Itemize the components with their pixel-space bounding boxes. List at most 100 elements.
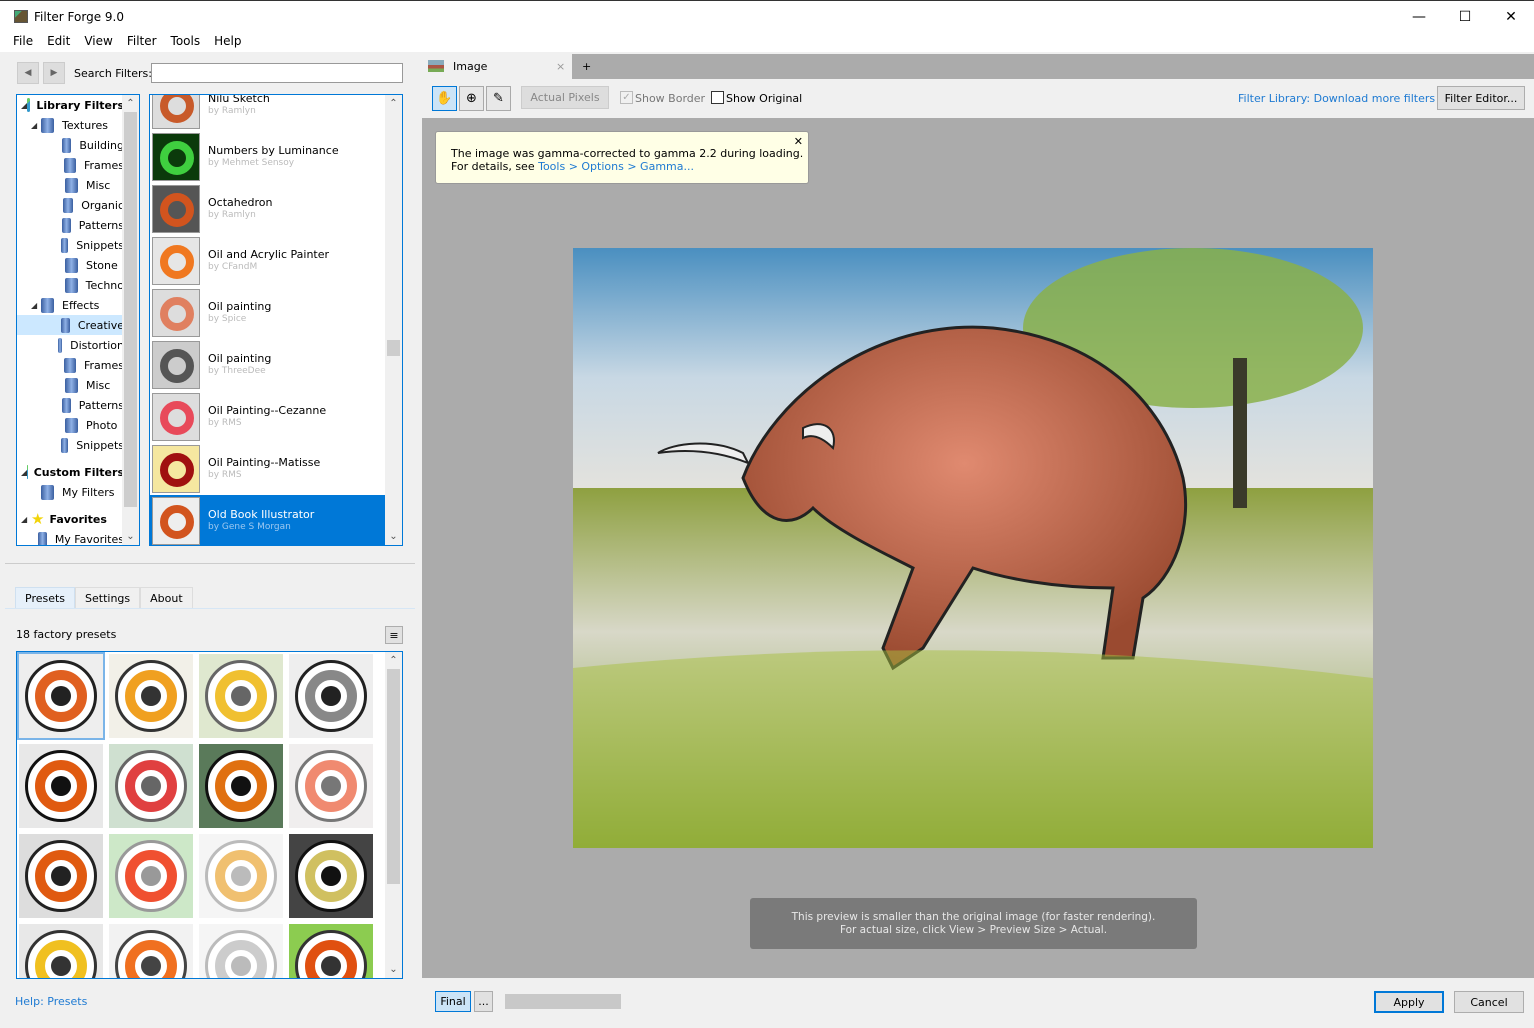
- menu-view[interactable]: View: [77, 32, 119, 52]
- preset-thumbnail[interactable]: [199, 924, 283, 978]
- presets-menu-button[interactable]: ≡: [385, 626, 403, 644]
- preset-thumbnail[interactable]: [289, 744, 373, 828]
- tree-item[interactable]: My Favorites: [17, 529, 124, 545]
- apply-button[interactable]: Apply: [1374, 991, 1444, 1013]
- preset-thumbnail[interactable]: [19, 924, 103, 978]
- filter-list-item[interactable]: Octahedron by Ramlyn: [150, 183, 386, 235]
- maximize-button[interactable]: ☐: [1442, 1, 1488, 33]
- tree-item[interactable]: Frames: [17, 155, 124, 175]
- filter-list-item[interactable]: Oil painting by Spice: [150, 287, 386, 339]
- zoom-tool-icon[interactable]: ⊕: [459, 86, 484, 111]
- folder-icon: [60, 437, 69, 453]
- cancel-button[interactable]: Cancel: [1454, 991, 1524, 1013]
- tree-item[interactable]: Patterns: [17, 215, 124, 235]
- tree-item[interactable]: Techno: [17, 275, 124, 295]
- tree-item[interactable]: ◢ Textures: [17, 115, 124, 135]
- folder-icon: [64, 157, 76, 173]
- tree-item[interactable]: Organic: [17, 195, 124, 215]
- preset-thumbnail[interactable]: [199, 654, 283, 738]
- show-border-checkbox[interactable]: ✓: [620, 91, 633, 104]
- close-tab-icon[interactable]: ×: [556, 60, 565, 73]
- hand-tool-icon[interactable]: ✋: [432, 86, 457, 111]
- back-button[interactable]: ◀: [17, 62, 39, 84]
- expand-icon[interactable]: ◢: [31, 301, 41, 310]
- tree-item[interactable]: Misc: [17, 175, 124, 195]
- actual-pixels-button[interactable]: Actual Pixels: [521, 86, 609, 109]
- preset-thumbnail[interactable]: [199, 834, 283, 918]
- preset-thumbnail[interactable]: [289, 834, 373, 918]
- preset-thumbnail[interactable]: [109, 834, 193, 918]
- tab-presets[interactable]: Presets: [15, 587, 76, 609]
- tab-about[interactable]: About: [140, 587, 193, 609]
- add-tab-button[interactable]: +: [582, 60, 591, 73]
- filter-author: by RMS: [208, 470, 242, 480]
- menu-help[interactable]: Help: [207, 32, 248, 52]
- help-presets-link[interactable]: Help: Presets: [15, 995, 87, 1008]
- expand-icon[interactable]: ◢: [21, 515, 31, 524]
- filter-thumbnail: [152, 393, 200, 441]
- preset-thumbnail[interactable]: [109, 654, 193, 738]
- preset-thumbnail[interactable]: [19, 744, 103, 828]
- preset-thumbnail[interactable]: [17, 652, 105, 740]
- image-thumbnail-icon: [428, 60, 444, 72]
- tree-item[interactable]: Creative: [17, 315, 124, 335]
- eyedropper-tool-icon[interactable]: ✎: [486, 86, 511, 111]
- tree-item[interactable]: Patterns: [17, 395, 124, 415]
- tree-scrollbar[interactable]: ⌃ ⌄: [122, 95, 139, 545]
- preset-thumbnail[interactable]: [109, 744, 193, 828]
- tree-item[interactable]: ◢ Effects: [17, 295, 124, 315]
- filter-library-link[interactable]: Filter Library: Download more filters: [1238, 92, 1435, 105]
- preset-thumbnail[interactable]: [109, 924, 193, 978]
- filter-list-item[interactable]: Old Book Illustrator by Gene S Morgan: [150, 495, 386, 545]
- filter-name: Oil painting: [208, 352, 272, 365]
- tree-item[interactable]: My Filters: [17, 482, 124, 502]
- tree-item[interactable]: ◢ Custom Filters: [17, 462, 124, 482]
- gamma-options-link[interactable]: Tools > Options > Gamma...: [538, 160, 694, 173]
- tree-item[interactable]: Snippets: [17, 435, 124, 455]
- filter-list-item[interactable]: Nilu Sketch by Ramlyn: [150, 95, 386, 131]
- splitter[interactable]: [5, 563, 415, 564]
- tree-item[interactable]: Building: [17, 135, 124, 155]
- tree-item[interactable]: Misc: [17, 375, 124, 395]
- final-button[interactable]: Final: [435, 991, 471, 1012]
- tab-settings[interactable]: Settings: [75, 587, 141, 609]
- filter-list-item[interactable]: Numbers by Luminance by Mehmet Sensoy: [150, 131, 386, 183]
- forward-button[interactable]: ▶: [43, 62, 65, 84]
- filter-list: Nilu Sketch by Ramlyn Numbers by Luminance…: [149, 94, 403, 546]
- menu-edit[interactable]: Edit: [40, 32, 77, 52]
- filter-list-item[interactable]: Oil Painting--Matisse by RMS: [150, 443, 386, 495]
- tab-image[interactable]: Image ×: [422, 54, 572, 79]
- show-original-checkbox[interactable]: [711, 91, 724, 104]
- filter-list-item[interactable]: Oil and Acrylic Painter by CFandM: [150, 235, 386, 287]
- preview-canvas[interactable]: The image was gamma-corrected to gamma 2…: [422, 118, 1534, 978]
- filter-list-item[interactable]: Oil painting by ThreeDee: [150, 339, 386, 391]
- minimize-button[interactable]: —: [1396, 1, 1442, 33]
- tree-item[interactable]: Distortion: [17, 335, 124, 355]
- menu-tools[interactable]: Tools: [164, 32, 208, 52]
- tree-item[interactable]: ◢ Library Filters: [17, 95, 124, 115]
- tree-item-label: Effects: [62, 298, 100, 312]
- tree-item[interactable]: Snippets: [17, 235, 124, 255]
- expand-icon[interactable]: ◢: [31, 121, 41, 130]
- filter-name: Oil and Acrylic Painter: [208, 248, 330, 261]
- close-button[interactable]: ✕: [1488, 1, 1534, 33]
- menu-file[interactable]: File: [6, 32, 40, 52]
- tree-item[interactable]: Photo: [17, 415, 124, 435]
- filter-list-scrollbar[interactable]: ⌃ ⌄: [385, 95, 402, 545]
- tree-item[interactable]: Frames: [17, 355, 124, 375]
- menu-filter[interactable]: Filter: [120, 32, 164, 52]
- filter-editor-button[interactable]: Filter Editor...: [1437, 86, 1525, 110]
- preset-thumbnail[interactable]: [289, 654, 373, 738]
- preset-thumbnail[interactable]: [19, 834, 103, 918]
- presets-scrollbar[interactable]: ⌃ ⌄: [385, 652, 402, 978]
- preset-thumbnail[interactable]: [199, 744, 283, 828]
- tree-item[interactable]: Stone: [17, 255, 124, 275]
- filter-author: by Gene S Morgan: [208, 522, 291, 532]
- render-options-button[interactable]: ...: [474, 991, 493, 1012]
- preset-thumbnail[interactable]: [289, 924, 373, 978]
- filter-list-item[interactable]: Oil Painting--Cezanne by RMS: [150, 391, 386, 443]
- tree-item[interactable]: ◢ ★ Favorites: [17, 509, 124, 529]
- close-notice-icon[interactable]: ✕: [794, 135, 803, 148]
- tree-item-label: Patterns: [78, 218, 124, 232]
- search-filters-input[interactable]: [151, 63, 403, 83]
